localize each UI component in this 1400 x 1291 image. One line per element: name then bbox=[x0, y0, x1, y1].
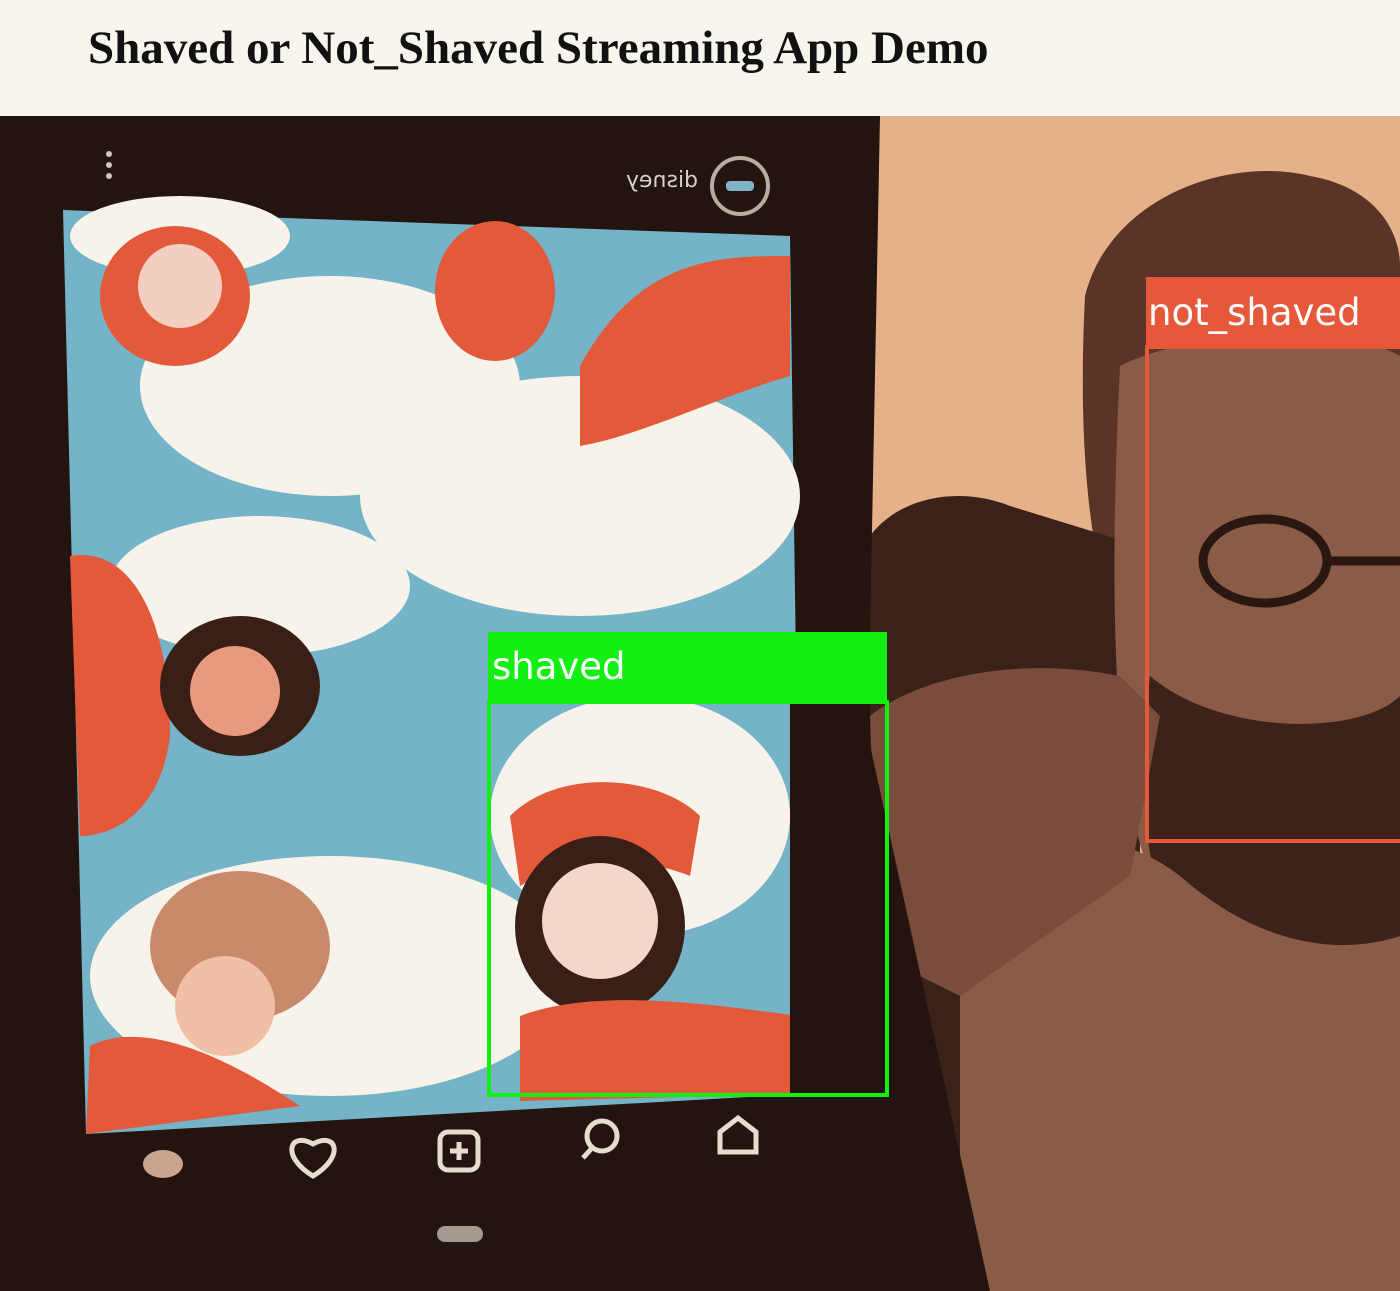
phone-username: disney bbox=[625, 168, 699, 193]
detection-label-not-shaved: not_shaved bbox=[1146, 277, 1400, 347]
video-stream: shaved not_shaved disney bbox=[0, 116, 1400, 1291]
detection-label-shaved: shaved bbox=[488, 632, 887, 702]
detection-box-not-shaved bbox=[1145, 345, 1400, 843]
page-title: Shaved or Not_Shaved Streaming App Demo bbox=[88, 22, 989, 74]
kebab-menu-icon bbox=[106, 151, 112, 157]
detection-box-shaved bbox=[487, 700, 889, 1097]
page-header: Shaved or Not_Shaved Streaming App Demo bbox=[0, 0, 1400, 116]
